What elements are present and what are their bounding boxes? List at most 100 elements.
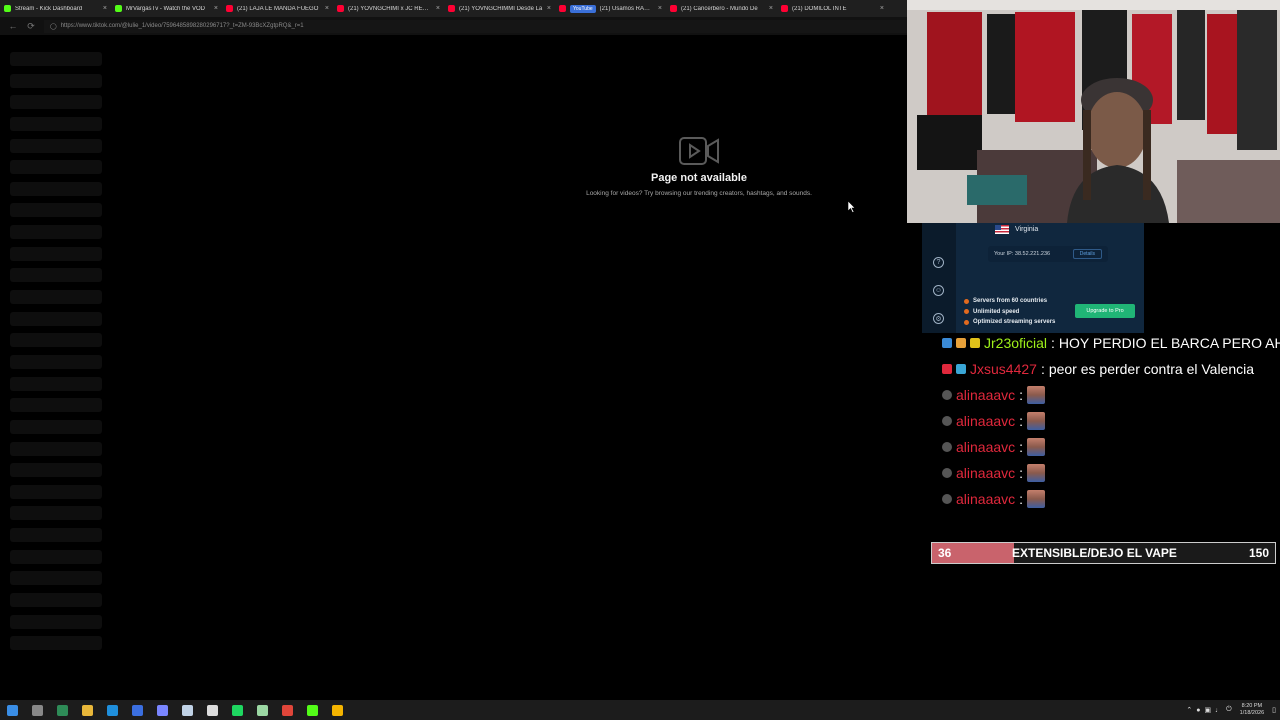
back-icon[interactable]: ←: [8, 21, 18, 31]
edge-browser-icon[interactable]: [100, 700, 125, 720]
vpn-feature-item: Servers from 60 countries: [964, 296, 1055, 307]
store-icon[interactable]: [125, 700, 150, 720]
chat-separator: :: [1019, 491, 1024, 507]
tab-title: (21) YOVNGCHIMI x JC REYES: [348, 5, 432, 12]
chat-message: Jr23oficial: HOY PERDIO EL BARCA PERO AH: [942, 330, 1280, 356]
terminal-icon-glyph: [57, 704, 68, 716]
vpn-details-button[interactable]: Details: [1072, 249, 1102, 259]
chat-separator: :: [1051, 335, 1055, 351]
steam-icon[interactable]: [175, 700, 200, 720]
tab-close-icon[interactable]: ×: [769, 5, 773, 12]
video-camera-icon: [679, 137, 719, 165]
tab-title: (21) Cancerbero - Mundo De: [681, 5, 758, 12]
chat-separator: :: [1019, 387, 1024, 403]
site-info-icon[interactable]: ◯: [50, 23, 57, 30]
tab-close-icon[interactable]: ×: [325, 5, 329, 12]
url-text: https://www.tiktok.com/@lulie_1/video/75…: [60, 23, 304, 29]
tab-group-pill[interactable]: YouTube: [570, 4, 596, 13]
tab-close-icon[interactable]: ×: [103, 5, 107, 12]
skeleton-row: [10, 636, 102, 651]
skeleton-row: [10, 333, 102, 348]
kick-icon-glyph: [307, 704, 318, 716]
browser-tab[interactable]: (21) YOVNGCHIMMI Desde La ×: [444, 0, 555, 17]
chat-username: alinaaavc: [956, 413, 1016, 429]
chrome-icon-glyph: [282, 704, 293, 716]
tab-favicon-icon: [670, 5, 677, 12]
notification-icon[interactable]: ▯: [1272, 706, 1276, 714]
chat-badge-icon: [942, 442, 952, 452]
skeleton-row: [10, 506, 102, 521]
skeleton-row: [10, 225, 102, 240]
terminal-icon[interactable]: [50, 700, 75, 720]
tab-close-icon[interactable]: ×: [658, 5, 662, 12]
capcut-icon-glyph: [207, 704, 218, 716]
tab-close-icon[interactable]: ×: [436, 5, 440, 12]
tab-title: (21) LAJA LE MANDA FUEGO: [237, 5, 319, 12]
discord-icon[interactable]: [150, 700, 175, 720]
obs-icon[interactable]: [250, 700, 275, 720]
tab-favicon-icon: [4, 5, 11, 12]
capcut-icon[interactable]: [200, 700, 225, 720]
skeleton-row: [10, 419, 102, 434]
browser-tab[interactable]: (21) LAJA LE MANDA FUEGO ×: [222, 0, 333, 17]
tab-favicon-icon: [559, 5, 566, 12]
account-icon[interactable]: ☺: [933, 285, 944, 296]
mic-icon[interactable]: ●: [1196, 707, 1200, 714]
tab-close-icon[interactable]: ×: [880, 5, 884, 12]
chat-separator: :: [1019, 465, 1024, 481]
chrome-icon[interactable]: [275, 700, 300, 720]
tab-favicon-icon: [448, 5, 455, 12]
help-icon[interactable]: ?: [933, 257, 944, 268]
browser-tab[interactable]: YouTube(21) Usamos RANDONAUTICA ×: [555, 0, 666, 17]
browser-tab[interactable]: (21) YOVNGCHIMI x JC REYES ×: [333, 0, 444, 17]
chat-username: alinaaavc: [956, 465, 1016, 481]
file-explorer-icon[interactable]: [75, 700, 100, 720]
obs-icon-glyph: [257, 704, 268, 716]
skeleton-row: [10, 290, 102, 305]
tab-title: MrVargasTv - Watch the VOD: [126, 5, 206, 12]
search-icon[interactable]: [25, 700, 50, 720]
chrome-alt-icon[interactable]: [325, 700, 350, 720]
windows-start-icon[interactable]: [0, 700, 25, 720]
tab-close-icon[interactable]: ×: [214, 5, 218, 12]
reload-icon[interactable]: ⟳: [26, 21, 36, 32]
kick-icon[interactable]: [300, 700, 325, 720]
vpn-location[interactable]: Virginia: [995, 225, 1038, 234]
browser-tab[interactable]: (21) DOMILOL INTE ×: [777, 0, 888, 17]
chat-badge-icon: [942, 416, 952, 426]
chevron-up-icon[interactable]: ⌃: [1186, 706, 1192, 714]
vpn-upgrade-button[interactable]: Upgrade to Pro: [1075, 304, 1135, 318]
clock[interactable]: 8:20 PM 1/18/2026: [1240, 703, 1264, 717]
system-tray: ⌃ ● ▣ ♩ ⏻ 8:20 PM 1/18/2026 ▯: [1186, 700, 1276, 720]
taskbar: ⌃ ● ▣ ♩ ⏻ 8:20 PM 1/18/2026 ▯: [0, 700, 1280, 720]
chat-overlay: Jr23oficial: HOY PERDIO EL BARCA PERO AH J…: [942, 330, 1280, 512]
network-icon[interactable]: ▣: [1205, 706, 1212, 714]
tab-close-icon[interactable]: ×: [547, 5, 551, 12]
settings-icon[interactable]: ⚙: [933, 313, 944, 324]
store-icon-glyph: [132, 704, 143, 716]
chat-separator: :: [1019, 439, 1024, 455]
power-icon[interactable]: ⏻: [1226, 706, 1232, 714]
skeleton-row: [10, 95, 102, 110]
chat-message: alinaaavc:: [942, 382, 1280, 408]
taskbar-apps: [0, 700, 350, 720]
url-field[interactable]: ◯ https://www.tiktok.com/@lulie_1/video/…: [44, 19, 907, 33]
check-icon: [964, 309, 969, 315]
skeleton-row: [10, 116, 102, 131]
chrome-alt-icon-glyph: [332, 704, 343, 716]
chat-badge-icon: [942, 390, 952, 400]
spotify-icon[interactable]: [225, 700, 250, 720]
browser-tab[interactable]: Stream - Kick Dashboard ×: [0, 0, 111, 17]
tab-favicon-icon: [781, 5, 788, 12]
skeleton-row: [10, 593, 102, 608]
webcam-overlay: [907, 0, 1280, 223]
skeleton-row: [10, 268, 102, 283]
vpn-location-label: Virginia: [1015, 226, 1039, 233]
goal-label: EXTENSIBLE/DEJO EL VAPE: [1012, 546, 1177, 560]
browser-tab[interactable]: (21) Cancerbero - Mundo De ×: [666, 0, 777, 17]
volume-icon[interactable]: ♩: [1215, 707, 1222, 714]
chat-separator: :: [1019, 413, 1024, 429]
skeleton-row: [10, 203, 102, 218]
clock-date: 1/18/2026: [1239, 710, 1265, 716]
browser-tab[interactable]: MrVargasTv - Watch the VOD ×: [111, 0, 222, 17]
